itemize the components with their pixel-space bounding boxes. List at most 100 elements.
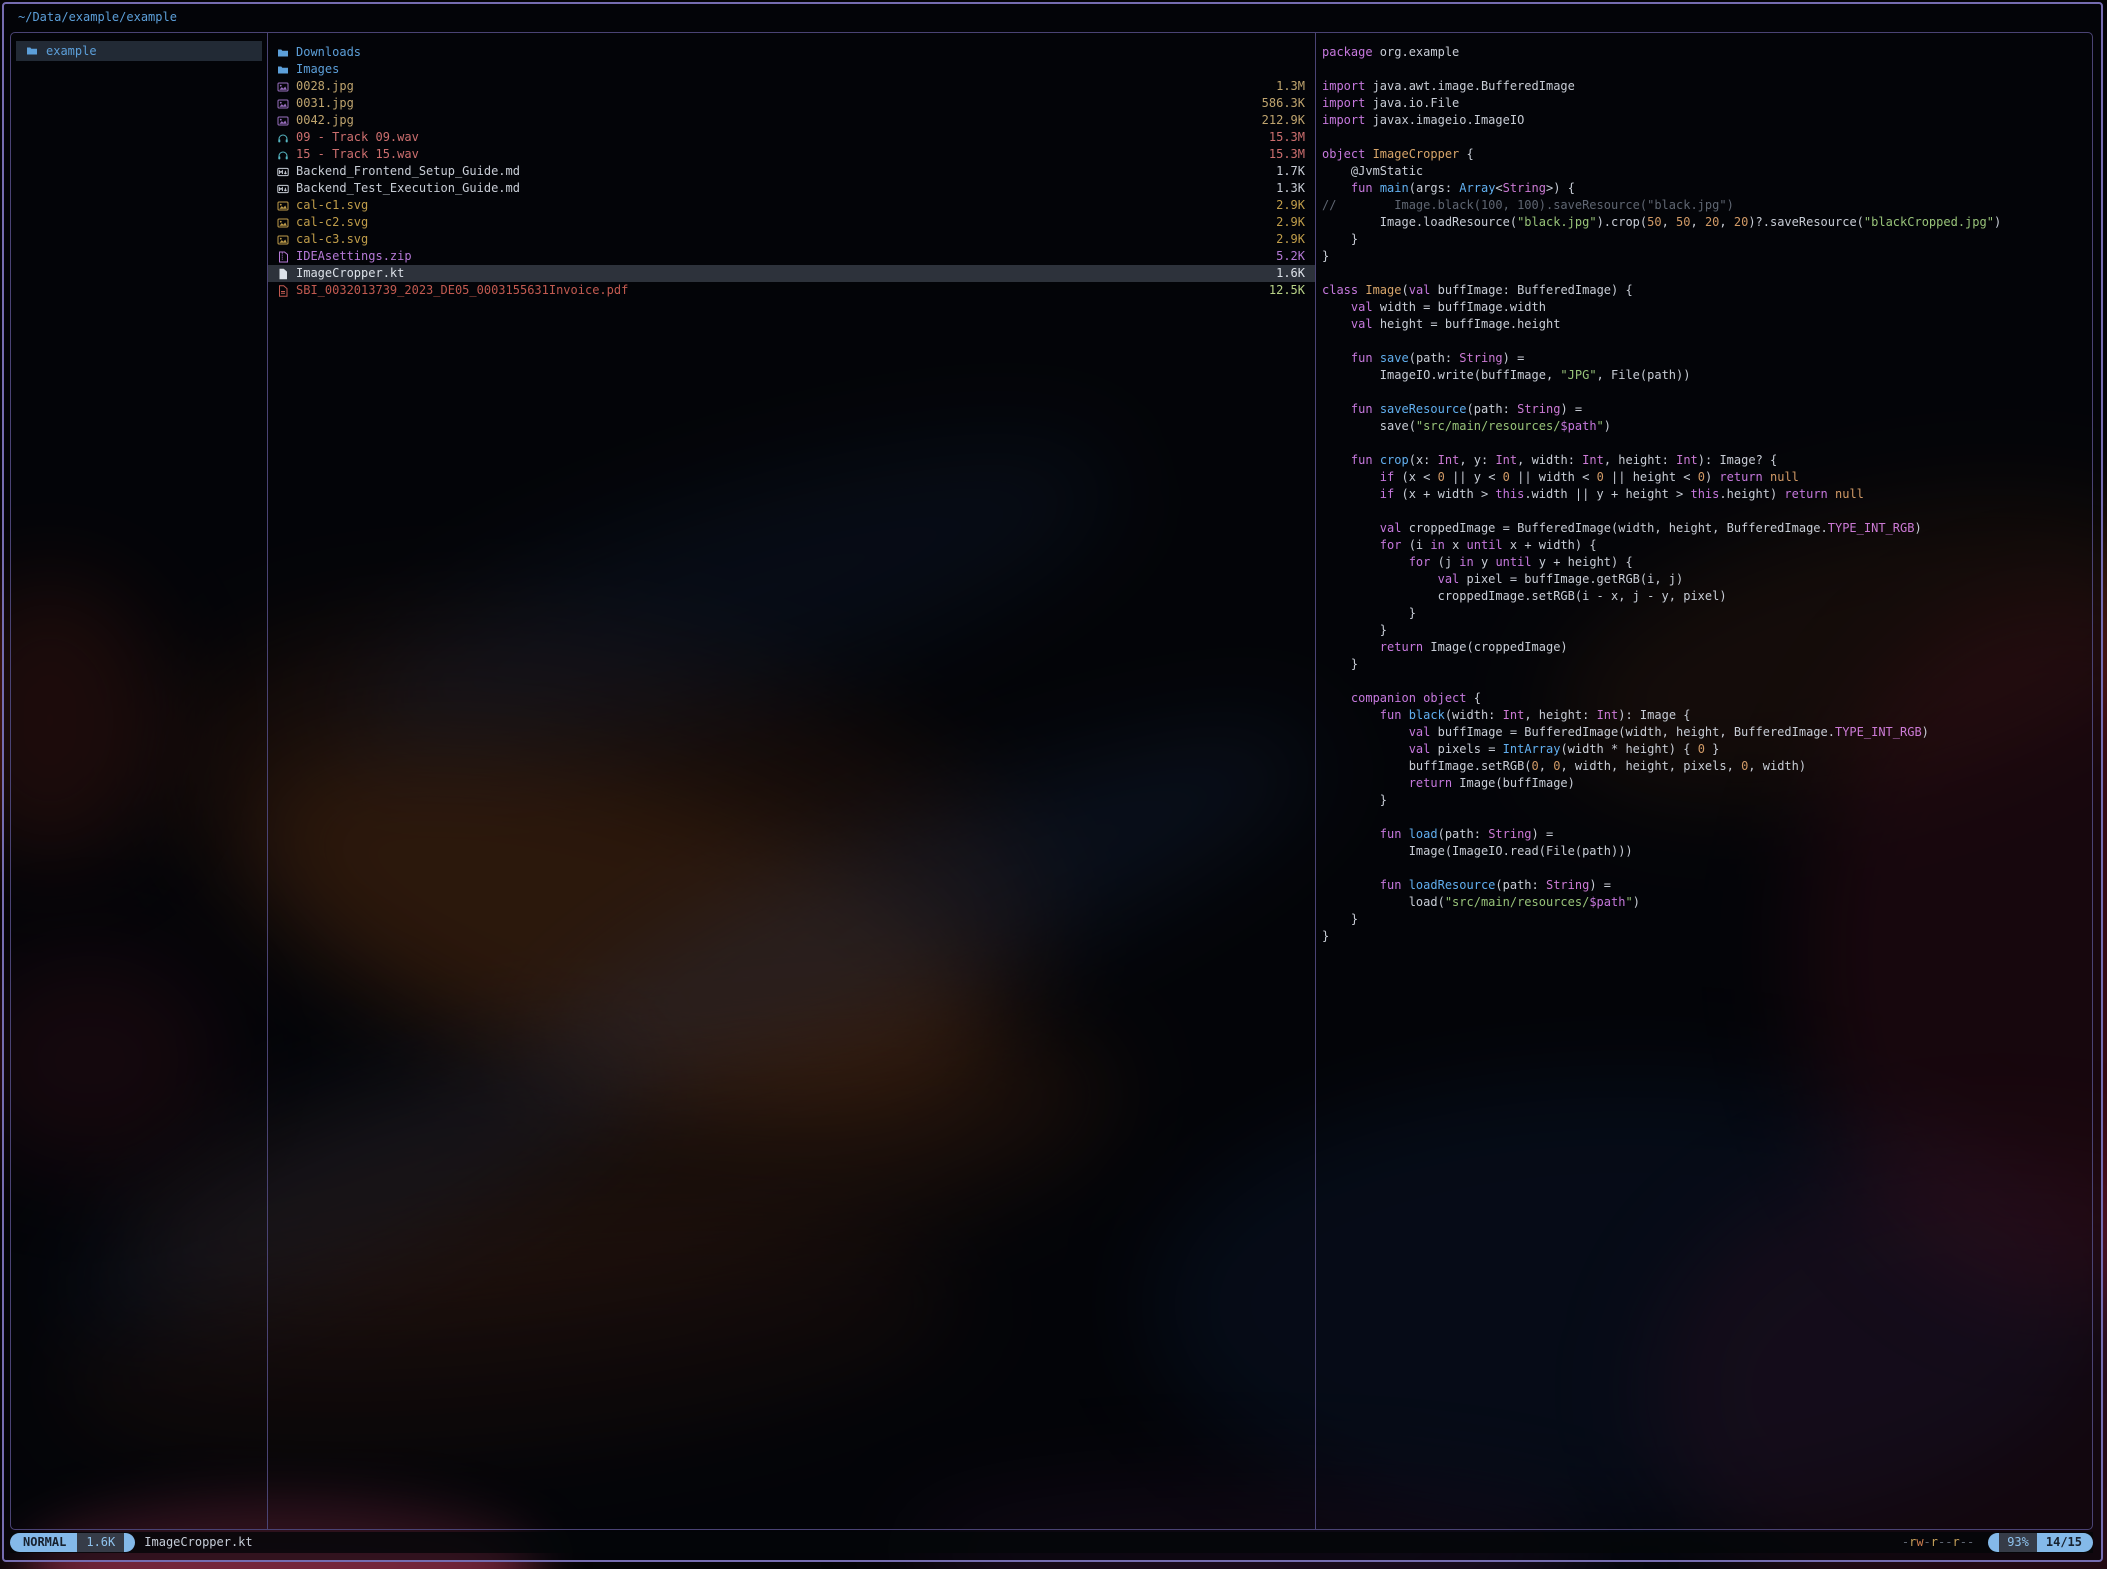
code-line: val buffImage = BufferedImage(width, hei…	[1322, 724, 2088, 741]
file-row[interactable]: Images	[268, 61, 1315, 78]
pdf-file-icon	[277, 285, 289, 297]
file-size: 1.6K	[1276, 265, 1305, 282]
status-right: -rw-r--r-- 93% 14/15	[1902, 1533, 2093, 1552]
file-permissions: -rw-r--r--	[1902, 1534, 1974, 1551]
status-left: NORMAL 1.6K ImageCropper.kt	[10, 1533, 253, 1552]
markdown-file-icon	[277, 166, 289, 178]
code-line: fun saveResource(path: String) =	[1322, 401, 2088, 418]
file-size: 1.3M	[1276, 78, 1305, 95]
file-row[interactable]: 09 - Track 09.wav 15.3M	[268, 129, 1315, 146]
file-row[interactable]: IDEAsettings.zip 5.2K	[268, 248, 1315, 265]
file-row[interactable]: Backend_Frontend_Setup_Guide.md 1.7K	[268, 163, 1315, 180]
code-line	[1322, 265, 2088, 282]
code-line: }	[1322, 911, 2088, 928]
code-line: if (x < 0 || y < 0 || width < 0 || heigh…	[1322, 469, 2088, 486]
code-line: }	[1322, 792, 2088, 809]
vector-image-icon	[277, 200, 289, 212]
code-line: // Image.black(100, 100).saveResource("b…	[1322, 197, 2088, 214]
code-line	[1322, 435, 2088, 452]
file-size: 212.9K	[1262, 112, 1305, 129]
image-file-icon	[277, 81, 289, 93]
file-row[interactable]: 15 - Track 15.wav 15.3M	[268, 146, 1315, 163]
code-line: croppedImage.setRGB(i - x, j - y, pixel)	[1322, 588, 2088, 605]
code-file-icon	[277, 268, 289, 280]
code-line: }	[1322, 231, 2088, 248]
code-line: val pixels = IntArray(width * height) { …	[1322, 741, 2088, 758]
code-line: Image.loadResource("black.jpg").crop(50,…	[1322, 214, 2088, 231]
archive-file-icon	[277, 251, 289, 263]
code-line: for (i in x until x + width) {	[1322, 537, 2088, 554]
code-line: fun crop(x: Int, y: Int, width: Int, hei…	[1322, 452, 2088, 469]
audio-file-icon	[277, 132, 289, 144]
code-line: package org.example	[1322, 44, 2088, 61]
code-line: fun main(args: Array<String>) {	[1322, 180, 2088, 197]
code-line: import javax.imageio.ImageIO	[1322, 112, 2088, 129]
file-row[interactable]: cal-c1.svg 2.9K	[268, 197, 1315, 214]
file-row[interactable]: 0042.jpg 212.9K	[268, 112, 1315, 129]
file-name: Backend_Test_Execution_Guide.md	[296, 180, 520, 197]
code-line: fun loadResource(path: String) =	[1322, 877, 2088, 894]
code-line: class Image(val buffImage: BufferedImage…	[1322, 282, 2088, 299]
code-line	[1322, 333, 2088, 350]
code-line: }	[1322, 248, 2088, 265]
file-name: 0042.jpg	[296, 112, 354, 129]
code-preview: package org.example import java.awt.imag…	[1322, 44, 2088, 945]
code-line: import java.awt.image.BufferedImage	[1322, 78, 2088, 95]
code-line: }	[1322, 928, 2088, 945]
file-list: Downloads Images 0028.jpg 1.3M 0031.jpg …	[268, 44, 1315, 299]
code-line: }	[1322, 605, 2088, 622]
code-line: if (x + width > this.width || y + height…	[1322, 486, 2088, 503]
code-line: }	[1322, 622, 2088, 639]
file-size: 12.5K	[1269, 282, 1305, 299]
file-row[interactable]: SBI_0032013739_2023_DE05_0003155631Invoi…	[268, 282, 1315, 299]
file-name: cal-c2.svg	[296, 214, 368, 231]
file-row[interactable]: Backend_Test_Execution_Guide.md 1.3K	[268, 180, 1315, 197]
file-size: 5.2K	[1276, 248, 1305, 265]
image-file-icon	[277, 115, 289, 127]
folder-icon	[277, 64, 289, 76]
file-size: 2.9K	[1276, 231, 1305, 248]
code-line: @JvmStatic	[1322, 163, 2088, 180]
screenshot-root: ~/Data/example/example example Downloads	[0, 0, 2107, 1569]
file-row[interactable]: cal-c3.svg 2.9K	[268, 231, 1315, 248]
file-name: IDEAsettings.zip	[296, 248, 412, 265]
file-row[interactable]: cal-c2.svg 2.9K	[268, 214, 1315, 231]
file-row[interactable]: Downloads	[268, 44, 1315, 61]
code-line	[1322, 384, 2088, 401]
file-size: 15.3M	[1269, 129, 1305, 146]
pane-divider	[1315, 33, 1316, 1529]
file-row-selected[interactable]: ImageCropper.kt 1.6K	[268, 265, 1315, 282]
file-name: Downloads	[296, 44, 361, 61]
file-size: 586.3K	[1262, 95, 1305, 112]
file-name: cal-c1.svg	[296, 197, 368, 214]
terminal-window: ~/Data/example/example example Downloads	[2, 2, 2103, 1562]
code-line: buffImage.setRGB(0, 0, width, height, pi…	[1322, 758, 2088, 775]
powerline-cap-icon	[1988, 1533, 1999, 1552]
code-line: ImageIO.write(buffImage, "JPG", File(pat…	[1322, 367, 2088, 384]
code-line	[1322, 860, 2088, 877]
file-name: SBI_0032013739_2023_DE05_0003155631Invoi…	[296, 282, 628, 299]
code-line: val height = buffImage.height	[1322, 316, 2088, 333]
code-line: fun load(path: String) =	[1322, 826, 2088, 843]
code-line: val pixel = buffImage.getRGB(i, j)	[1322, 571, 2088, 588]
code-line: companion object {	[1322, 690, 2088, 707]
file-row[interactable]: 0028.jpg 1.3M	[268, 78, 1315, 95]
file-name: 15 - Track 15.wav	[296, 146, 419, 163]
code-line	[1322, 809, 2088, 826]
parent-dir-label: example	[46, 43, 97, 60]
vector-image-icon	[277, 234, 289, 246]
parent-dir-item-example[interactable]: example	[16, 41, 262, 61]
powerline-cap-icon	[124, 1533, 135, 1552]
file-size-indicator: 1.6K	[77, 1533, 124, 1552]
file-name: 0031.jpg	[296, 95, 354, 112]
markdown-file-icon	[277, 183, 289, 195]
yazi-panes: example Downloads Images 0028.jpg 1.3M	[10, 32, 2093, 1530]
file-size: 1.3K	[1276, 180, 1305, 197]
status-bar: NORMAL 1.6K ImageCropper.kt -rw-r--r-- 9…	[10, 1532, 2093, 1553]
file-row[interactable]: 0031.jpg 586.3K	[268, 95, 1315, 112]
file-name: cal-c3.svg	[296, 231, 368, 248]
audio-file-icon	[277, 149, 289, 161]
code-line: return Image(croppedImage)	[1322, 639, 2088, 656]
file-name: 09 - Track 09.wav	[296, 129, 419, 146]
code-line: fun save(path: String) =	[1322, 350, 2088, 367]
